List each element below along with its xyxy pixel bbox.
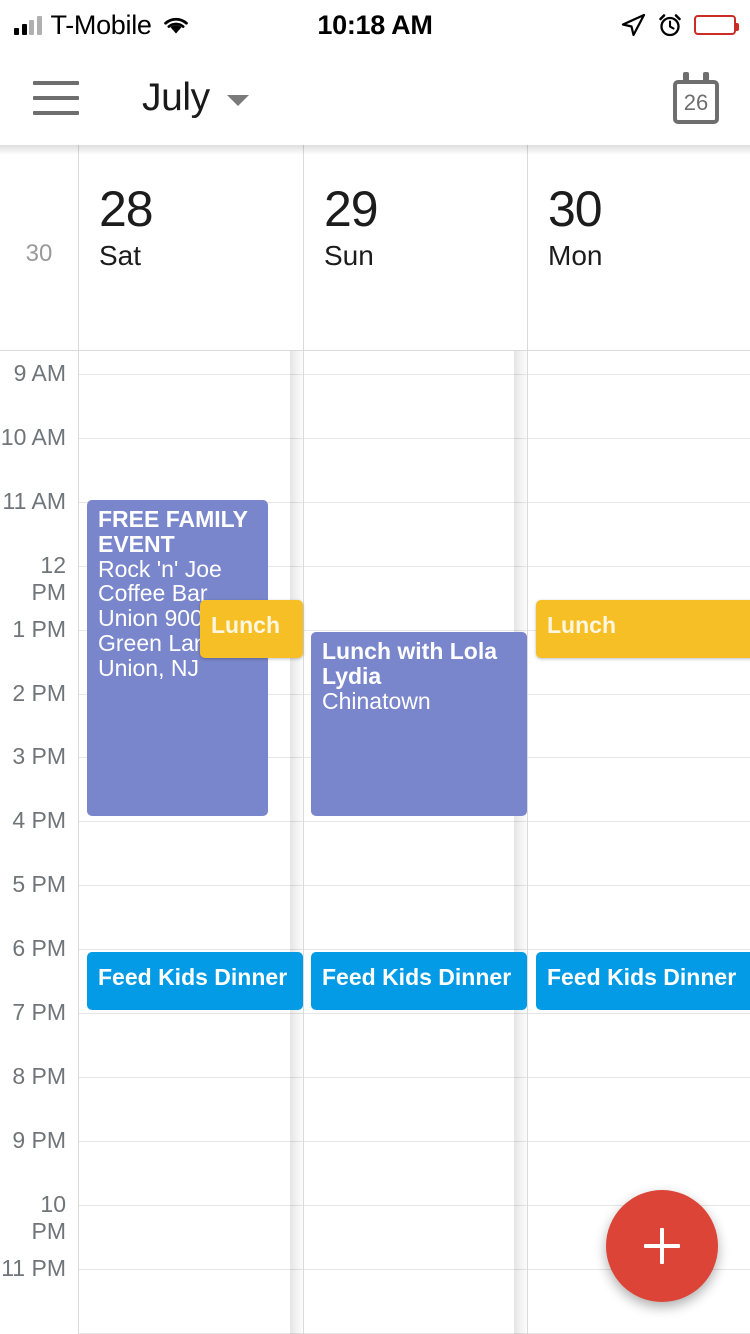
event-block[interactable]: Feed Kids Dinner [311, 952, 527, 1010]
day-number: 30 [548, 181, 603, 237]
event-title: Feed Kids Dinner [98, 964, 288, 990]
time-label: 8 PM [12, 1062, 66, 1089]
grid-hour-line [78, 437, 750, 439]
time-label: 9 PM [12, 1126, 66, 1153]
status-bar-clock: 10:18 AM [317, 9, 433, 40]
time-label: 6 PM [12, 935, 66, 962]
event-title: Lunch [211, 612, 280, 638]
grid-hour-line [78, 821, 750, 823]
day-of-week: Mon [548, 240, 603, 271]
time-label: 9 AM [13, 360, 66, 386]
day-header-sat[interactable]: 28 Sat [78, 145, 303, 350]
day-number: 28 [99, 181, 154, 237]
day-number: 29 [324, 181, 379, 237]
time-label: 5 PM [12, 871, 66, 898]
grid-hour-line [78, 885, 750, 887]
status-bar-right [620, 0, 739, 50]
calendar-app: T-Mobile 10:18 AM July 26 30 28 Sat 29 S… [0, 0, 750, 1334]
grid-hour-line [78, 1332, 750, 1334]
event-title: Feed Kids Dinner [547, 964, 737, 990]
event-location: Chinatown [322, 687, 431, 714]
day-header-mon[interactable]: 30 Mon [527, 145, 750, 350]
month-selector[interactable]: July [142, 76, 249, 120]
location-arrow-icon [621, 13, 646, 37]
time-label: 2 PM [12, 679, 66, 706]
plus-icon-bar [644, 1244, 680, 1248]
grid-hour-line [78, 374, 750, 375]
column-shadow-2 [514, 351, 528, 1334]
event-title: FREE FAMILY EVENT [98, 506, 248, 557]
day-of-week: Sat [99, 240, 142, 271]
time-label: 11 PM [1, 1254, 66, 1281]
column-divider [303, 145, 304, 350]
chevron-down-icon [226, 94, 249, 106]
time-label: 1 PM [12, 615, 66, 642]
gutter-week-number: 30 [25, 240, 53, 267]
event-title: Feed Kids Dinner [322, 964, 512, 990]
time-label: 4 PM [12, 807, 66, 834]
event-block[interactable]: FREE FAMILY EVENT Rock 'n' Joe Coffee Ba… [87, 500, 268, 816]
time-label: 3 PM [12, 743, 66, 770]
header-shadow [0, 145, 750, 155]
hamburger-menu-icon[interactable] [33, 80, 79, 115]
time-label: 10 PM [31, 1190, 67, 1244]
event-block[interactable]: Lunch [536, 600, 750, 658]
column-divider [527, 145, 528, 350]
time-label: 11 AM [2, 487, 67, 514]
event-block[interactable]: Feed Kids Dinner [87, 952, 303, 1010]
time-label: 7 PM [12, 999, 66, 1025]
column-divider-gutter [78, 351, 79, 1334]
status-bar: T-Mobile 10:18 AM [0, 0, 750, 50]
create-event-fab[interactable] [606, 1190, 718, 1302]
page-title: July [142, 75, 210, 119]
grid-hour-line [78, 949, 750, 951]
event-title: Lunch [547, 612, 616, 638]
column-shadow-1 [290, 351, 304, 1334]
day-of-week: Sun [324, 240, 374, 271]
calendar-icon[interactable]: 26 [670, 71, 722, 124]
time-label: 12 PM [31, 551, 67, 605]
column-divider [78, 145, 79, 350]
grid-hour-line [78, 1076, 750, 1078]
app-bar: July 26 [0, 50, 750, 145]
event-block[interactable]: Feed Kids Dinner [536, 952, 750, 1010]
grid-hour-line [78, 1013, 750, 1014]
event-title: Lunch with Lola Lydia [322, 638, 498, 689]
day-header-sun[interactable]: 29 Sun [303, 145, 527, 350]
day-header-row: 30 28 Sat 29 Sun 30 Mon [0, 145, 750, 350]
alarm-clock-icon [659, 14, 681, 37]
event-block[interactable]: Lunch with Lola Lydia Chinatown [311, 632, 527, 816]
calendar-icon-date: 26 [683, 89, 709, 115]
time-label: 10 AM [0, 423, 66, 450]
grid-hour-line [78, 1140, 750, 1142]
battery-low-icon [694, 15, 739, 35]
time-grid[interactable]: 9 AM 10 AM 11 AM 12 PM 1 PM 2 PM 3 PM 4 PM 5 PM 6… [0, 351, 750, 1334]
event-block[interactable]: Lunch [200, 600, 303, 658]
